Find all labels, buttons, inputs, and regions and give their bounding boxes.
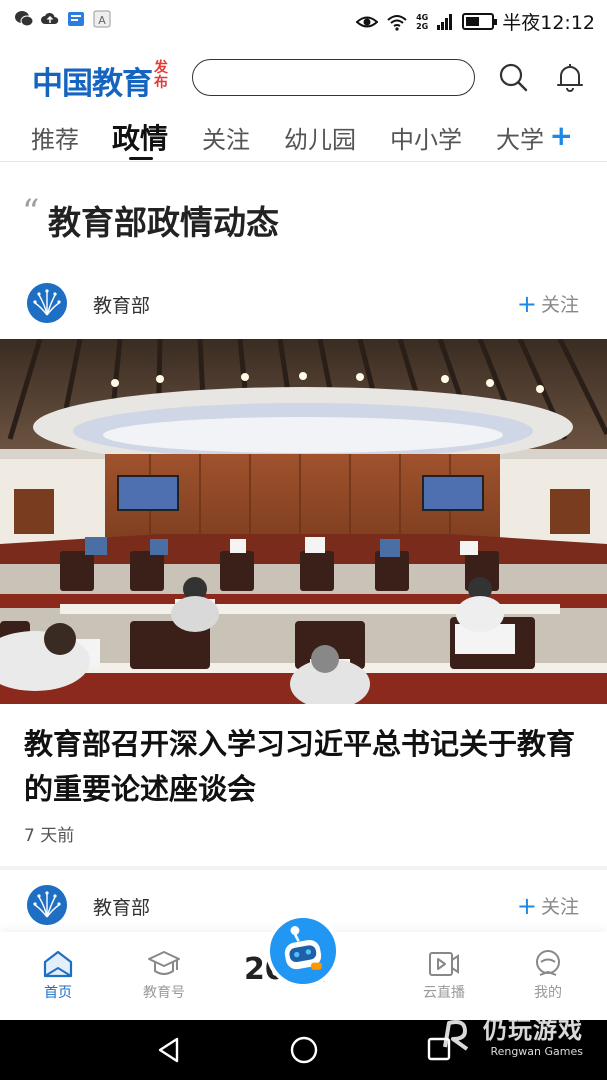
a-icon: A — [93, 10, 111, 28]
home-circle-icon[interactable] — [289, 1036, 319, 1066]
status-time: 半夜12:12 — [502, 12, 595, 34]
status-left-icons: A — [14, 9, 112, 29]
article-headline[interactable]: 教育部召开深入学习习近平总书记关于教育的重要论述座谈会 — [24, 722, 584, 812]
follow-label: 关注 — [540, 294, 579, 316]
nav-home-label: 首页 — [44, 985, 72, 1001]
follow-button[interactable]: + 关注 — [517, 290, 579, 317]
search-box[interactable] — [192, 59, 475, 96]
notification-bell-icon[interactable] — [553, 60, 587, 94]
watermark-logo-icon — [443, 1020, 469, 1051]
message-icon — [68, 12, 84, 26]
battery-level — [466, 17, 480, 26]
search-icon[interactable] — [496, 60, 530, 94]
home-icon — [43, 950, 73, 978]
card-divider — [0, 866, 607, 870]
watermark-main-text: 仍玩游戏 — [483, 1016, 583, 1044]
logo-sub-text: 发布 — [154, 60, 168, 91]
watermark-sub-text: Rengwan Games — [490, 1045, 583, 1058]
card-source-row: 教育部 + 关注 — [0, 277, 607, 333]
source-name[interactable]: 教育部 — [93, 893, 150, 920]
robot-assistant-icon[interactable] — [266, 914, 340, 988]
user-profile-icon — [536, 950, 560, 976]
follow-button[interactable]: + 关注 — [517, 892, 579, 919]
nav-home[interactable]: 首页 — [18, 948, 98, 1002]
nav-profile[interactable]: 我的 — [508, 948, 588, 1002]
plus-icon: + — [516, 289, 537, 318]
back-icon[interactable] — [155, 1036, 183, 1064]
eye-icon — [356, 16, 379, 27]
channel-tabs: 推荐 政情 关注 幼儿园 中小学 大学 + — [0, 116, 607, 162]
status-right: 4G 2G 半夜12:12 — [356, 8, 595, 35]
add-channel-icon[interactable]: + — [550, 119, 573, 152]
ministry-avatar-icon[interactable] — [27, 283, 67, 323]
nav-live-label: 云直播 — [423, 985, 465, 1001]
search-input[interactable] — [193, 60, 474, 95]
status-bar: A 4G 2G 半夜12:12 — [0, 0, 607, 42]
logo-main-text: 中国教育 — [32, 66, 153, 102]
tab-follow[interactable]: 关注 — [202, 120, 250, 155]
tab-kindergarten[interactable]: 幼儿园 — [284, 120, 356, 155]
battery-icon — [462, 13, 498, 30]
plus-icon: + — [516, 891, 537, 920]
article-time: 7 天前 — [24, 826, 75, 846]
article-photo[interactable] — [0, 339, 607, 704]
quote-mark-icon: “ — [22, 192, 40, 232]
follow-label: 关注 — [540, 896, 579, 918]
tab-university[interactable]: 大学 — [496, 120, 544, 155]
watermark: 仍玩游戏 Rengwan Games — [439, 1010, 583, 1058]
tab-primary-secondary[interactable]: 中小学 — [390, 120, 462, 155]
nav-live[interactable]: 云直播 — [404, 948, 484, 1002]
active-tab-indicator — [129, 157, 153, 160]
video-play-icon — [429, 952, 459, 976]
ministry-avatar-icon[interactable] — [27, 885, 67, 925]
signal-icon — [437, 13, 453, 30]
section-title: 教育部政情动态 — [48, 203, 279, 242]
wechat-icon — [15, 11, 34, 27]
nav-profile-label: 我的 — [534, 985, 562, 1001]
tab-politics[interactable]: 政情 — [112, 117, 168, 157]
network-type: 4G 2G — [416, 12, 429, 31]
app-header: 中国教育 发布 — [0, 44, 607, 112]
app-logo[interactable]: 中国教育 发布 — [32, 58, 170, 103]
source-name[interactable]: 教育部 — [93, 291, 150, 318]
nav-education-account[interactable]: 教育号 — [124, 948, 204, 1002]
tab-recommend[interactable]: 推荐 — [31, 120, 79, 155]
nav-education-account-label: 教育号 — [143, 985, 185, 1001]
wifi-icon — [387, 14, 407, 31]
graduation-cap-icon — [148, 951, 180, 975]
cloud-upload-icon — [41, 12, 59, 24]
svg-text:A: A — [98, 14, 106, 27]
